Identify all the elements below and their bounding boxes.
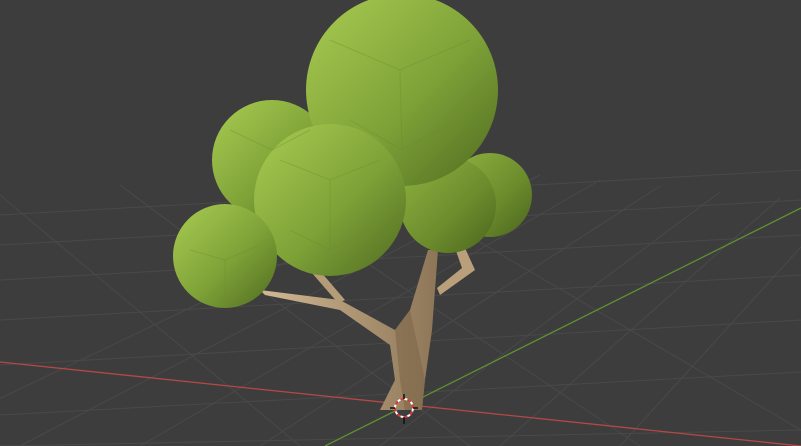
grid-line: [0, 429, 801, 446]
grid-line: [0, 274, 801, 321]
y-axis-line: [324, 207, 801, 446]
3d-viewport[interactable]: [0, 0, 801, 446]
viewport-scene[interactable]: [0, 0, 801, 446]
grid-line: [0, 234, 801, 281]
tree-object[interactable]: [173, 0, 532, 410]
tree-trunk[interactable]: [260, 248, 475, 410]
tree-foliage[interactable]: [173, 0, 532, 308]
grid-line: [499, 197, 781, 446]
